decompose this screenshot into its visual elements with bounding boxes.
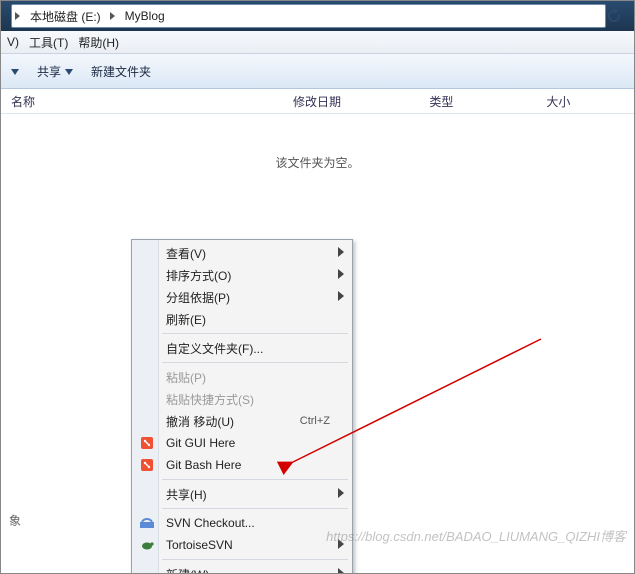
- column-header-type[interactable]: 类型: [419, 93, 536, 110]
- submenu-arrow-icon: [338, 487, 344, 501]
- submenu-arrow-icon: [338, 246, 344, 260]
- menu-item-label: 新建(W): [166, 566, 209, 574]
- menu-item-label: 粘贴(P): [166, 369, 206, 386]
- menu-item[interactable]: 分组依据(P): [134, 286, 350, 308]
- menu-separator: [162, 479, 348, 480]
- column-header-size[interactable]: 大小: [536, 93, 634, 110]
- menu-separator: [162, 362, 348, 363]
- menu-item-shortcut: Ctrl+Z: [300, 415, 330, 427]
- menu-item[interactable]: 自定义文件夹(F)...: [134, 337, 350, 359]
- menu-item-label: TortoiseSVN: [166, 538, 233, 552]
- menu-item-label: 自定义文件夹(F)...: [166, 340, 263, 357]
- breadcrumb-folder[interactable]: MyBlog: [119, 5, 171, 27]
- menu-item: 粘贴快捷方式(S): [134, 388, 350, 410]
- sidebar-cutoff-text: 象: [9, 512, 21, 529]
- address-bar: 本地磁盘 (E:) MyBlog: [1, 1, 634, 31]
- empty-folder-hint: 该文件夹为空。: [1, 114, 634, 171]
- menu-item-label: 粘贴快捷方式(S): [166, 391, 254, 408]
- menu-item[interactable]: 撤消 移动(U) Ctrl+Z: [134, 410, 350, 432]
- svn-icon: [139, 515, 155, 531]
- menu-separator: [162, 333, 348, 334]
- menu-item-label: 查看(V): [166, 245, 206, 262]
- column-header-name[interactable]: 名称: [1, 93, 283, 110]
- menu-separator: [162, 508, 348, 509]
- breadcrumb-drive[interactable]: 本地磁盘 (E:): [24, 5, 107, 27]
- chevron-right-icon: [107, 9, 119, 23]
- context-menu-list: 查看(V) 排序方式(O) 分组依据(P) 刷新(E) 自定义文件夹(F)... 粘贴(P…: [134, 242, 350, 574]
- submenu-arrow-icon: [338, 268, 344, 282]
- menu-item[interactable]: 查看(V): [134, 242, 350, 264]
- menu-item: 粘贴(P): [134, 366, 350, 388]
- menu-item[interactable]: 刷新(E): [134, 308, 350, 330]
- menu-item[interactable]: 共享(H): [134, 483, 350, 505]
- caret-down-icon: [65, 64, 73, 78]
- menu-tools[interactable]: 工具(T): [29, 34, 68, 51]
- menu-item-label: 分组依据(P): [166, 289, 230, 306]
- menu-item[interactable]: Git Bash Here: [134, 454, 350, 476]
- toolbar-new-folder[interactable]: 新建文件夹: [91, 63, 151, 80]
- menu-help[interactable]: 帮助(H): [78, 34, 119, 51]
- column-header-date[interactable]: 修改日期: [283, 93, 419, 110]
- menu-item-label: 刷新(E): [166, 311, 206, 328]
- git-icon: [139, 435, 155, 451]
- tortoise-icon: [139, 537, 155, 553]
- column-headers: 名称 修改日期 类型 大小: [1, 89, 634, 114]
- toolbar-share-label: 共享: [37, 63, 61, 80]
- menu-bar: V) 工具(T) 帮助(H): [1, 31, 634, 54]
- submenu-arrow-icon: [338, 290, 344, 304]
- menu-item-label: Git Bash Here: [166, 458, 241, 472]
- chevron-right-icon: [12, 9, 24, 23]
- menu-item[interactable]: 新建(W): [134, 563, 350, 574]
- toolbar-share[interactable]: 共享: [37, 63, 73, 80]
- menu-item[interactable]: 排序方式(O): [134, 264, 350, 286]
- menu-item-label: 撤消 移动(U): [166, 413, 234, 430]
- menu-item[interactable]: TortoiseSVN: [134, 534, 350, 556]
- toolbar: 共享 新建文件夹: [1, 54, 634, 89]
- menu-separator: [162, 559, 348, 560]
- menu-item-label: 共享(H): [166, 486, 207, 503]
- toolbar-new-folder-label: 新建文件夹: [91, 63, 151, 80]
- menu-view[interactable]: V): [7, 35, 19, 49]
- menu-item[interactable]: Git GUI Here: [134, 432, 350, 454]
- breadcrumb[interactable]: 本地磁盘 (E:) MyBlog: [11, 4, 606, 28]
- explorer-window: 本地磁盘 (E:) MyBlog V) 工具(T) 帮助(H) 共享 新建文件夹: [0, 0, 635, 574]
- menu-item-label: Git GUI Here: [166, 436, 235, 450]
- refresh-icon[interactable]: [606, 8, 628, 24]
- git-icon: [139, 457, 155, 473]
- context-menu[interactable]: 查看(V) 排序方式(O) 分组依据(P) 刷新(E) 自定义文件夹(F)... 粘贴(P…: [131, 239, 353, 574]
- organize-caret-icon[interactable]: [11, 64, 19, 78]
- watermark-text: https://blog.csdn.net/BADAO_LIUMANG_QIZH…: [326, 526, 626, 545]
- menu-item-label: 排序方式(O): [166, 267, 231, 284]
- submenu-arrow-icon: [338, 567, 344, 574]
- menu-item[interactable]: SVN Checkout...: [134, 512, 350, 534]
- menu-item-label: SVN Checkout...: [166, 516, 255, 530]
- submenu-arrow-icon: [338, 538, 344, 552]
